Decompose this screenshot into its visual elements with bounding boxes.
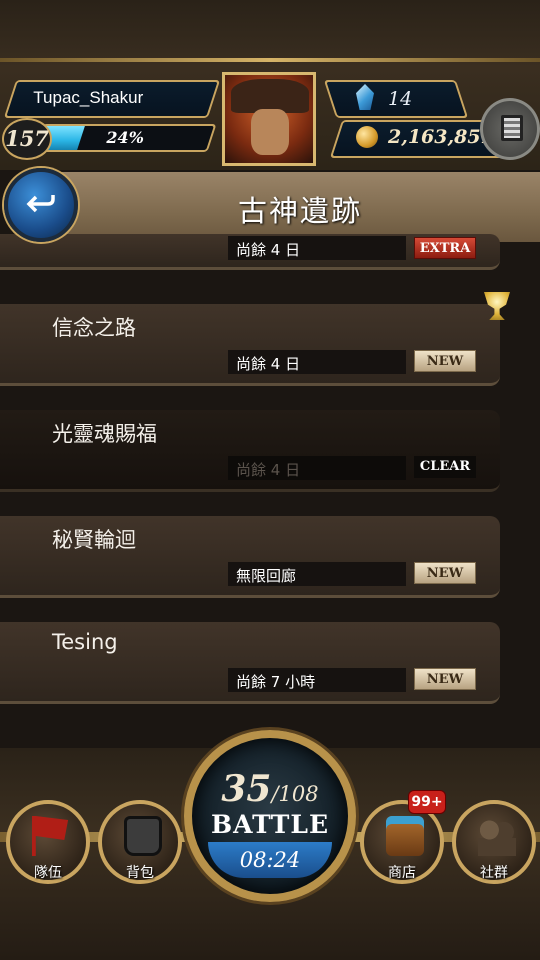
exp-bar: 24% <box>33 124 217 152</box>
coin-count: 2,163,851 <box>388 126 494 148</box>
nav-shop-label: 商店 <box>388 865 416 881</box>
nav-team-label: 隊伍 <box>34 865 62 881</box>
nav-social-label: 社群 <box>480 865 508 881</box>
stamina-max: /108 <box>271 782 319 806</box>
page-title: 古神遺跡 <box>237 194 362 228</box>
item-title: 信念之路 <box>52 316 136 340</box>
player-name-plate: Tupac_Shakur <box>3 80 221 118</box>
flag-icon <box>32 816 69 856</box>
player-level: 157 <box>5 126 49 151</box>
item-badge-extra: EXTRA <box>414 237 476 259</box>
nav-social-button[interactable]: 社群 <box>452 800 536 884</box>
stamina-display: 35/108 <box>192 768 348 810</box>
menu-book-icon <box>501 115 523 141</box>
item-title: Tesing <box>52 630 118 654</box>
item-title: 秘賢輪迴 <box>52 528 136 552</box>
title-banner: 古神遺跡 <box>60 172 540 242</box>
exp-percent: 24% <box>106 128 144 147</box>
player-name: Tupac_Shakur <box>33 88 144 107</box>
nav-bag-label: 背包 <box>126 865 154 881</box>
people-icon <box>478 816 516 856</box>
gem-count: 14 <box>388 88 413 110</box>
list-item[interactable]: 信念之路 尚餘 4 日 NEW <box>0 304 500 386</box>
bag-icon <box>124 816 162 856</box>
player-level-badge: 157 <box>2 118 52 160</box>
nav-bag-button[interactable]: 背包 <box>98 800 182 884</box>
item-badge-new: NEW <box>414 350 476 372</box>
list-item[interactable]: 光靈魂賜福 尚餘 4 日 CLEAR <box>0 410 500 492</box>
top-status-frame: Tupac_Shakur 157 24% 14 2,163,851 <box>0 0 540 170</box>
list-item[interactable]: Tesing 尚餘 7 小時 NEW <box>0 622 500 704</box>
stamina-current: 35 <box>221 768 272 810</box>
list-item[interactable]: 秘賢輪迴 無限回廊 NEW <box>0 516 500 598</box>
list-item[interactable]: 尚餘 4 日 EXTRA <box>0 234 500 270</box>
item-badge-new: NEW <box>414 562 476 584</box>
item-status: 尚餘 4 日 <box>228 236 406 260</box>
avatar-face <box>251 109 289 155</box>
shop-notification-badge: 99+ <box>408 790 446 814</box>
menu-button[interactable] <box>480 98 540 160</box>
item-title: 光靈魂賜福 <box>52 422 157 446</box>
stamina-timer: 08:24 <box>239 848 301 872</box>
avatar-hat <box>231 79 309 113</box>
battle-label: BATTLE <box>210 810 330 839</box>
nav-team-button[interactable]: 隊伍 <box>6 800 90 884</box>
item-status: 無限回廊 <box>228 562 406 586</box>
stage-list: 尚餘 4 日 EXTRA 信念之路 尚餘 4 日 NEW 光靈魂賜福 尚餘 4 … <box>0 234 540 742</box>
coin-icon <box>356 126 378 148</box>
item-badge-clear: CLEAR <box>414 456 476 478</box>
back-arrow-icon <box>26 195 55 213</box>
battle-button[interactable]: 35/108 BATTLE 08:24 <box>184 730 356 902</box>
treasure-chest-icon <box>386 816 424 856</box>
item-badge-new: NEW <box>414 668 476 690</box>
back-button[interactable] <box>4 168 78 242</box>
item-status: 尚餘 4 日 <box>228 456 406 480</box>
player-avatar[interactable] <box>222 72 316 166</box>
item-status: 尚餘 7 小時 <box>228 668 406 692</box>
item-status: 尚餘 4 日 <box>228 350 406 374</box>
